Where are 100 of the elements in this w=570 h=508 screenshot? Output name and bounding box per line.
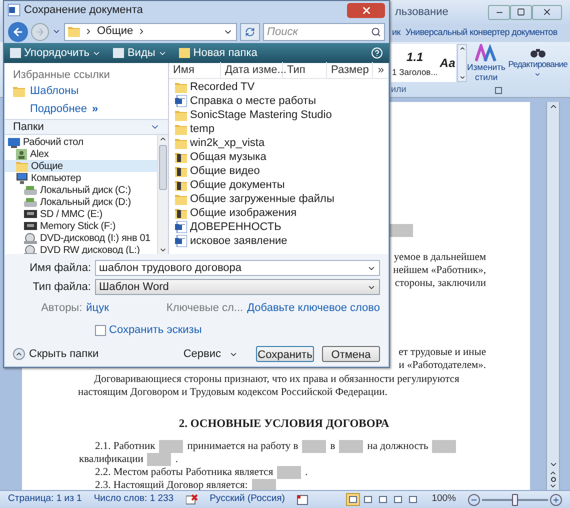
more-chevrons[interactable]: » (92, 101, 98, 116)
more-link[interactable]: Подробнее (30, 101, 88, 116)
previous-page-icon[interactable] (549, 469, 557, 477)
folder-icon (16, 160, 28, 172)
toolbar-button[interactable]: Новая папка (179, 44, 258, 62)
help-icon[interactable] (371, 47, 383, 60)
folder-tree-item[interactable]: Компьютер (5, 172, 157, 184)
zoom-level[interactable]: 100% (432, 492, 456, 507)
address-bar[interactable]: Общие (64, 22, 237, 41)
close-icon (542, 7, 552, 17)
change-styles-button[interactable]: Изменить стили (468, 44, 504, 82)
redacted-blank (389, 224, 413, 237)
file-item[interactable]: Общая музыка (175, 150, 388, 164)
ribbon-tab[interactable]: Универсальный конвертер документов (405, 26, 558, 40)
zoom-in-button[interactable] (550, 494, 562, 506)
optical-drive-icon (24, 232, 37, 244)
word-count[interactable]: Число слов: 1 233 (94, 492, 174, 507)
file-item[interactable]: ДОВЕРЕННОСТЬ (175, 220, 388, 234)
folder-tree-item[interactable]: Memory Stick (F:) (5, 220, 157, 232)
vertical-scrollbar[interactable] (546, 102, 560, 490)
macro-icon[interactable] (296, 494, 308, 504)
dialog-button[interactable]: Сохранить (256, 346, 314, 362)
window-title: льзование (395, 4, 450, 20)
file-item[interactable]: Общие загруженные файлы (175, 192, 388, 206)
close-icon (360, 4, 372, 16)
keywords-link[interactable]: Добавьте ключевое слово (247, 300, 380, 316)
folder-tree-item[interactable]: Локальный диск (D:) (5, 196, 157, 208)
close-button[interactable] (347, 2, 385, 18)
style-preview[interactable]: 1.1 1 Заголов... (391, 44, 439, 82)
folders-header[interactable]: Папки (5, 119, 168, 136)
column-header[interactable]: Размер (327, 62, 373, 79)
dialog-launcher-icon[interactable] (495, 86, 502, 94)
folder-icon (175, 110, 187, 121)
view-button[interactable] (346, 493, 360, 506)
folder-tree-item[interactable]: SD / MMC (E:) (5, 208, 157, 220)
folder-icon (13, 86, 25, 97)
zoom-out-button[interactable] (468, 494, 480, 506)
toolbar-button[interactable]: Виды (113, 44, 168, 62)
checkbox-label[interactable]: Сохранить эскизы (109, 322, 202, 338)
authors-value[interactable]: йцук (86, 300, 162, 316)
caret-icon (534, 70, 542, 78)
file-item[interactable]: temp (175, 122, 388, 136)
close-button[interactable] (532, 4, 562, 20)
user-icon (16, 148, 27, 160)
browse-object-icon[interactable] (550, 477, 556, 482)
back-button[interactable] (8, 22, 28, 42)
slider-thumb[interactable] (512, 494, 518, 506)
folder-icon (68, 26, 80, 38)
refresh-button[interactable] (240, 22, 260, 41)
checkbox[interactable] (95, 324, 106, 336)
scroll-down-icon (458, 74, 466, 81)
file-name-field[interactable]: шаблон трудового договора (95, 260, 380, 276)
style-preview[interactable]: Аа (438, 44, 456, 82)
file-item[interactable]: исковое заявление (175, 234, 388, 248)
computer-icon (16, 172, 28, 184)
document-text: нейшем «Работник», (393, 264, 486, 277)
scrollbar[interactable] (157, 135, 168, 254)
refresh-icon (245, 26, 255, 37)
file-type-select[interactable]: Шаблон Word (95, 279, 380, 296)
toolbar-button[interactable]: Упорядочить (10, 44, 102, 62)
folder-tree-item[interactable]: Alex (5, 148, 157, 160)
editing-button[interactable]: Редактирование (508, 42, 570, 97)
file-item[interactable]: Общие изображения (175, 206, 388, 220)
breadcrumb-item[interactable]: Общие (97, 23, 134, 40)
column-header[interactable]: Имя (169, 62, 221, 79)
file-item[interactable]: Общие документы (175, 178, 388, 192)
page-count[interactable]: Страница: 1 из 1 (8, 492, 82, 507)
ribbon-tab[interactable]: ик (392, 26, 400, 40)
next-page-icon[interactable] (549, 482, 557, 490)
search-icon (371, 26, 381, 37)
column-header[interactable]: Дата изме... (221, 62, 283, 79)
more-columns[interactable]: » (373, 62, 388, 79)
folder-tree-item[interactable]: Рабочий стол (5, 136, 157, 148)
hide-folders-button[interactable]: Скрыть папки (13, 346, 99, 362)
proofing-icon[interactable] (186, 494, 198, 505)
zoom-slider[interactable] (482, 494, 548, 506)
group-label: или (391, 83, 408, 96)
file-item[interactable]: Справка о месте работы (175, 94, 388, 108)
folder-tree-item[interactable]: Общие (5, 160, 157, 172)
file-item[interactable]: win2k_xp_vista (175, 136, 388, 150)
maximize-button[interactable] (510, 4, 532, 20)
folder-tree-item[interactable]: DVD-дисковод (I:) янв 01 (5, 232, 157, 244)
language-status[interactable]: Русский (Россия) (210, 492, 285, 507)
redacted-blank (159, 440, 184, 453)
file-item[interactable]: Общие видео (175, 164, 388, 178)
forward-arrow-icon (35, 26, 45, 37)
dialog-button[interactable]: Отмена (322, 346, 380, 362)
column-header[interactable]: Тип (283, 62, 327, 79)
tools-menu[interactable]: Сервис (183, 346, 238, 362)
collapse-icon (13, 348, 25, 360)
file-item[interactable]: Recorded TV (175, 80, 388, 94)
authors-label: Авторы: (40, 300, 82, 316)
folder-tree-item[interactable]: Локальный диск (C:) (5, 184, 157, 196)
scroll-up-icon (458, 45, 466, 52)
toolbar-icon (113, 48, 124, 58)
file-item[interactable]: SonicStage Mastering Studio (175, 108, 388, 122)
search-field[interactable]: Поиск (263, 22, 385, 41)
special-folder-icon (175, 208, 187, 219)
plus-icon (552, 496, 560, 504)
favorite-link[interactable]: Шаблоны (13, 83, 160, 100)
